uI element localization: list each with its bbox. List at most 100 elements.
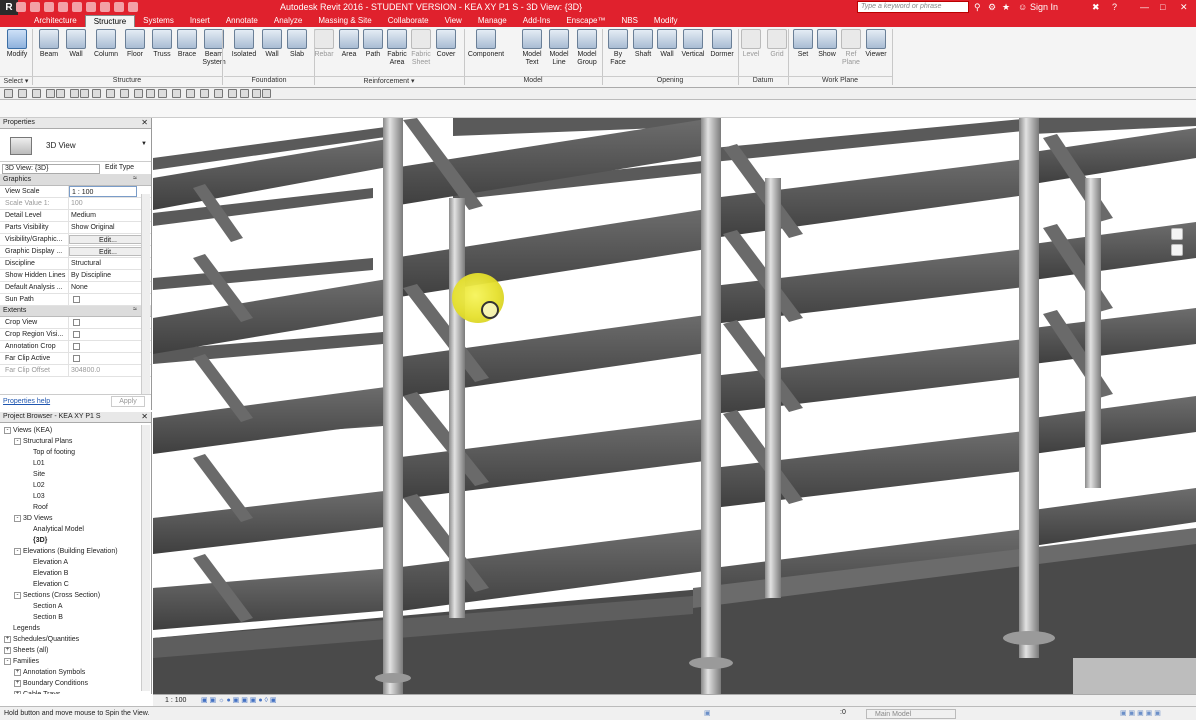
- qat-tool-icon[interactable]: [46, 89, 55, 98]
- qat-tool-icon[interactable]: [146, 89, 155, 98]
- property-value[interactable]: Structural: [69, 258, 151, 269]
- property-group-graphics[interactable]: Graphics ≈: [0, 175, 151, 186]
- minimize-button[interactable]: —: [1140, 2, 1149, 12]
- collapse-icon[interactable]: ≈: [133, 306, 137, 313]
- zoom-icon[interactable]: [1171, 244, 1183, 256]
- measure-icon[interactable]: [86, 2, 96, 12]
- tab-architecture[interactable]: Architecture: [26, 15, 85, 27]
- collapse-icon[interactable]: -: [14, 514, 21, 522]
- browser-node[interactable]: Legends: [0, 623, 142, 634]
- tab-structure[interactable]: Structure: [84, 15, 136, 27]
- panel-label-reinforcement-[interactable]: Reinforcement ▾: [314, 76, 464, 86]
- property-checkbox[interactable]: [69, 317, 151, 328]
- qat-tool-icon[interactable]: [172, 89, 181, 98]
- tab-massing-site[interactable]: Massing & Site: [310, 15, 379, 27]
- browser-node[interactable]: {3D}: [0, 535, 142, 546]
- qat-tool-icon[interactable]: [4, 89, 13, 98]
- ribbon-button-truss[interactable]: Truss: [150, 29, 174, 75]
- ribbon-button-slab[interactable]: Slab: [286, 29, 308, 75]
- panel-label-select-[interactable]: Select ▾: [0, 76, 32, 86]
- property-checkbox[interactable]: [69, 294, 151, 305]
- browser-node[interactable]: + Boundary Conditions: [0, 678, 142, 689]
- collapse-icon[interactable]: -: [4, 426, 11, 434]
- qat-tool-icon[interactable]: [186, 89, 195, 98]
- tab-add-ins[interactable]: Add-Ins: [515, 15, 559, 27]
- ribbon-button-dormer[interactable]: Dormer: [708, 29, 736, 75]
- ribbon-button-cover[interactable]: Cover: [434, 29, 458, 75]
- tab-analyze[interactable]: Analyze: [266, 15, 310, 27]
- browser-node[interactable]: - Views (KEA): [0, 425, 142, 436]
- open-icon[interactable]: [16, 2, 26, 12]
- view-controls-icons[interactable]: ▣ ▣ ☼ ● ▣ ▣ ▣ ● ◊ ▣: [201, 696, 277, 704]
- qat-tool-icon[interactable]: [252, 89, 261, 98]
- panel-label-work-plane[interactable]: Work Plane: [788, 76, 892, 86]
- maximize-button[interactable]: □: [1160, 2, 1165, 12]
- close-icon[interactable]: ✕: [141, 412, 148, 421]
- browser-node[interactable]: + Schedules/Quantities: [0, 634, 142, 645]
- ribbon-button-level[interactable]: Level: [740, 29, 762, 75]
- browser-node[interactable]: -3D Views: [0, 513, 142, 524]
- ribbon-button-show[interactable]: Show: [816, 29, 838, 75]
- qat-tool-icon[interactable]: [80, 89, 89, 98]
- expand-icon[interactable]: +: [4, 646, 11, 654]
- exchange-apps-icon[interactable]: ✖: [1092, 2, 1100, 13]
- 3d-icon[interactable]: [114, 2, 124, 12]
- selection-filters-icons[interactable]: ▣ ▣ ▣ ▣ ▣: [1120, 709, 1161, 717]
- ribbon-button-shaft[interactable]: Shaft: [632, 29, 654, 75]
- qat-tool-icon[interactable]: [158, 89, 167, 98]
- tab-modify[interactable]: Modify: [646, 15, 686, 27]
- qat-tool-icon[interactable]: [240, 89, 249, 98]
- ribbon-button-beam-system[interactable]: Beam System: [200, 29, 228, 75]
- qat-tool-icon[interactable]: [106, 89, 115, 98]
- qat-tool-icon[interactable]: [228, 89, 237, 98]
- browser-node[interactable]: Top of footing: [0, 447, 142, 458]
- qat-tool-icon[interactable]: [120, 89, 129, 98]
- property-checkbox[interactable]: [69, 329, 151, 340]
- checkbox[interactable]: [73, 318, 80, 326]
- ribbon-button-model-group[interactable]: Model Group: [574, 29, 600, 75]
- text-icon[interactable]: [100, 2, 110, 12]
- sign-in-link[interactable]: Sign In: [1030, 2, 1058, 12]
- browser-node[interactable]: - Structural Plans: [0, 436, 142, 447]
- communication-icon[interactable]: ★: [1002, 2, 1010, 13]
- tab-collaborate[interactable]: Collaborate: [380, 15, 437, 27]
- panel-label-opening[interactable]: Opening: [602, 76, 738, 86]
- tab-insert[interactable]: Insert: [182, 15, 218, 27]
- browser-node[interactable]: +Cable Trays: [0, 689, 142, 694]
- chevron-down-icon[interactable]: ▼: [141, 141, 147, 147]
- view-scale[interactable]: 1 : 100: [165, 697, 186, 704]
- ribbon-button-fabric-sheet[interactable]: Fabric Sheet: [410, 29, 432, 75]
- 3d-viewport[interactable]: [153, 118, 1196, 694]
- property-value[interactable]: By Discipline: [69, 270, 151, 281]
- ribbon-button-floor[interactable]: Floor: [122, 29, 148, 75]
- qat-tool-icon[interactable]: [92, 89, 101, 98]
- ribbon-button-by-face[interactable]: By Face: [606, 29, 630, 75]
- browser-node[interactable]: Section A: [0, 601, 142, 612]
- property-value[interactable]: None: [69, 282, 151, 293]
- qat-tool-icon[interactable]: [200, 89, 209, 98]
- ribbon-button-fabric-area[interactable]: Fabric Area: [386, 29, 408, 75]
- browser-node[interactable]: - Elevations (Building Elevation): [0, 546, 142, 557]
- browser-scrollbar[interactable]: [141, 425, 150, 691]
- ribbon-button-area[interactable]: Area: [338, 29, 360, 75]
- collapse-icon[interactable]: -: [4, 657, 11, 665]
- ribbon-button-wall[interactable]: Wall: [656, 29, 678, 75]
- undo-icon[interactable]: [44, 2, 54, 12]
- browser-node[interactable]: Elevation C: [0, 579, 142, 590]
- ribbon-button-column[interactable]: Column: [92, 29, 120, 75]
- panel-label-structure[interactable]: Structure: [32, 76, 222, 86]
- ribbon-button-vertical[interactable]: Vertical: [680, 29, 706, 75]
- ribbon-button-beam[interactable]: Beam: [36, 29, 62, 75]
- panel-label-model[interactable]: Model: [464, 76, 602, 86]
- expand-icon[interactable]: +: [4, 635, 11, 643]
- worksets-icon[interactable]: ▣: [704, 709, 711, 717]
- property-checkbox[interactable]: [69, 353, 151, 364]
- checkbox[interactable]: [73, 354, 80, 362]
- type-selector[interactable]: 3D View ▼: [0, 129, 151, 162]
- qat-tool-icon[interactable]: [214, 89, 223, 98]
- browser-node[interactable]: L03: [0, 491, 142, 502]
- ribbon-button-modify[interactable]: Modify: [4, 29, 30, 75]
- section-icon[interactable]: [128, 2, 138, 12]
- search-input[interactable]: Type a keyword or phrase: [857, 1, 969, 13]
- ribbon-button-brace[interactable]: Brace: [176, 29, 198, 75]
